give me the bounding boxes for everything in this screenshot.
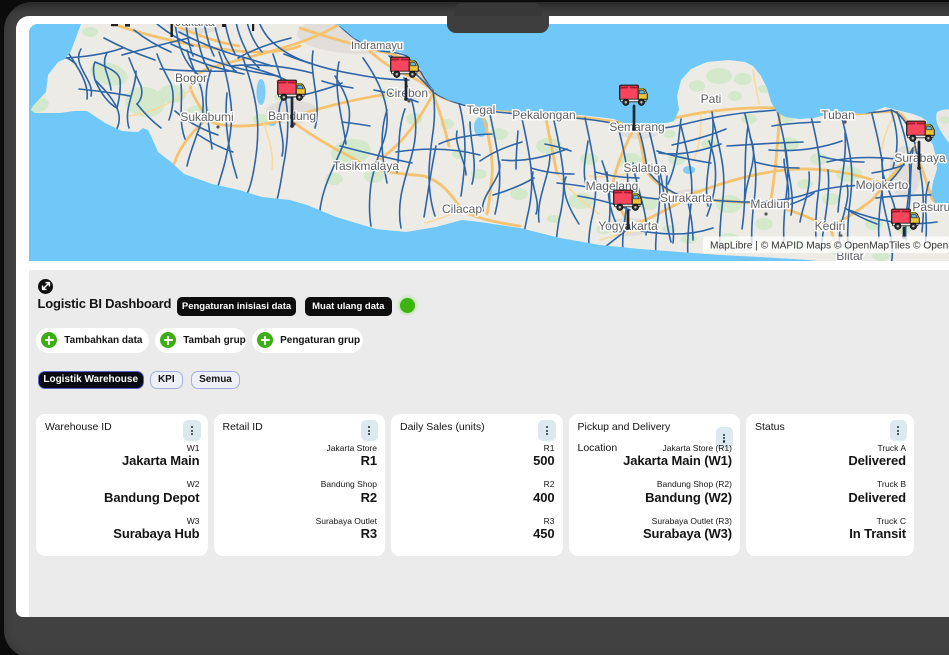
svg-text:Salatiga: Salatiga	[623, 161, 667, 175]
svg-text:Pasuruan: Pasuruan	[912, 200, 949, 214]
svg-text:Jakarta: Jakarta	[175, 24, 215, 29]
svg-text:Mojokerto: Mojokerto	[856, 178, 909, 192]
svg-text:Bogor: Bogor	[175, 71, 207, 85]
svg-text:Sukabumi: Sukabumi	[180, 110, 233, 124]
svg-text:Surakarta: Surakarta	[660, 191, 712, 205]
svg-text:MapLibre | © MAPID Maps © Open: MapLibre | © MAPID Maps © OpenMapTiles ©…	[710, 241, 949, 252]
svg-text:Indramayu: Indramayu	[351, 40, 403, 52]
svg-text:Cilacap: Cilacap	[442, 202, 482, 216]
svg-text:Tegal: Tegal	[467, 103, 496, 117]
svg-text:Pekalongan: Pekalongan	[512, 108, 575, 122]
svg-text:Tasikmalaya: Tasikmalaya	[333, 159, 399, 173]
svg-text:Tuban: Tuban	[821, 108, 855, 122]
svg-text:Semarang: Semarang	[609, 120, 664, 134]
svg-text:Pati: Pati	[701, 92, 722, 106]
svg-text:Kediri: Kediri	[815, 219, 846, 233]
svg-text:Madiun: Madiun	[750, 197, 789, 211]
